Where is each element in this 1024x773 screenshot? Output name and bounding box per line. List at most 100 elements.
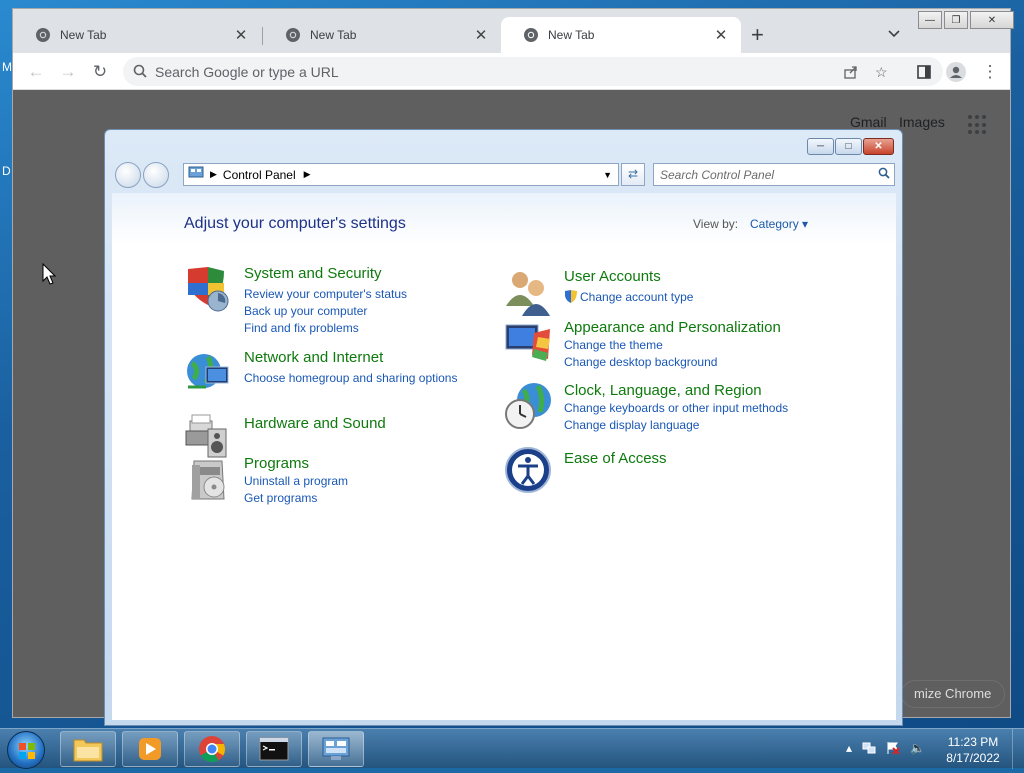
view-by-dropdown[interactable]: Category ▾ bbox=[750, 217, 808, 231]
show-hidden-icons-icon[interactable]: ▴ bbox=[846, 741, 852, 758]
search-input[interactable] bbox=[660, 167, 870, 183]
category-title[interactable]: Appearance and Personalization bbox=[564, 319, 781, 336]
desktop-icon-label[interactable]: D bbox=[2, 164, 11, 178]
link-change-theme[interactable]: Change the theme bbox=[564, 338, 663, 352]
tab-new-tab-1[interactable]: New Tab ✕ bbox=[13, 17, 261, 53]
users-icon[interactable] bbox=[504, 268, 552, 316]
customize-chrome-button[interactable]: mize Chrome bbox=[901, 680, 1005, 708]
system-clock[interactable]: 11:23 PM 8/17/2022 bbox=[938, 734, 1008, 766]
control-panel-window: ─ □ ✕ ▶ Control Panel ▶ ▼ ⇄ Adjust your … bbox=[104, 129, 903, 726]
omnibox[interactable]: ☆ bbox=[123, 57, 943, 86]
control-panel-small-icon bbox=[188, 166, 204, 183]
tab-new-tab-2[interactable]: New Tab ✕ bbox=[263, 17, 501, 53]
ease-of-access-icon[interactable] bbox=[504, 446, 552, 494]
forward-button[interactable] bbox=[143, 162, 169, 188]
breadcrumb-control-panel[interactable]: Control Panel bbox=[223, 168, 296, 182]
link-change-display-language[interactable]: Change display language bbox=[564, 418, 699, 432]
omnibox-input[interactable] bbox=[155, 62, 795, 82]
restore-button[interactable]: ❐ bbox=[944, 11, 968, 29]
network-globe-icon[interactable] bbox=[184, 349, 232, 397]
share-icon[interactable] bbox=[843, 64, 859, 80]
category-title[interactable]: Clock, Language, and Region bbox=[564, 382, 762, 399]
show-desktop-button[interactable] bbox=[1012, 729, 1024, 769]
chrome-favicon-icon bbox=[523, 27, 539, 43]
start-button[interactable] bbox=[7, 731, 45, 769]
gmail-link[interactable]: Gmail bbox=[850, 114, 887, 130]
cp-close-button[interactable]: ✕ bbox=[863, 138, 894, 155]
system-tray: ▴ 🔈 bbox=[846, 741, 925, 758]
media-player-icon bbox=[139, 738, 161, 760]
category-title[interactable]: Hardware and Sound bbox=[244, 415, 386, 432]
taskbar: ▴ 🔈 11:23 PM 8/17/2022 bbox=[0, 728, 1024, 769]
new-tab-button[interactable]: + bbox=[751, 23, 764, 47]
chrome-app[interactable] bbox=[184, 731, 240, 767]
uac-shield-icon bbox=[564, 290, 578, 307]
link-review-status[interactable]: Review your computer's status bbox=[244, 287, 407, 301]
tab-label: New Tab bbox=[548, 28, 595, 42]
close-button[interactable]: ✕ bbox=[970, 11, 1014, 29]
link-find-fix-problems[interactable]: Find and fix problems bbox=[244, 321, 359, 335]
tab-close-icon[interactable]: ✕ bbox=[713, 26, 729, 44]
tab-search-chevron-icon[interactable] bbox=[887, 27, 901, 41]
search-icon[interactable] bbox=[878, 167, 890, 182]
cmd-app[interactable] bbox=[246, 731, 302, 767]
breadcrumb-arrow-icon[interactable]: ▶ bbox=[304, 169, 311, 180]
category-title[interactable]: Programs bbox=[244, 455, 309, 472]
volume-icon[interactable]: 🔈 bbox=[910, 741, 925, 758]
tab-label: New Tab bbox=[310, 28, 357, 42]
link-change-keyboards[interactable]: Change keyboards or other input methods bbox=[564, 401, 788, 415]
forward-arrow-icon[interactable]: → bbox=[57, 61, 79, 83]
link-backup[interactable]: Back up your computer bbox=[244, 304, 367, 318]
category-title[interactable]: System and Security bbox=[244, 265, 382, 282]
profile-avatar-icon[interactable] bbox=[945, 61, 967, 83]
minimize-button[interactable]: — bbox=[918, 11, 942, 29]
programs-box-icon[interactable] bbox=[184, 455, 232, 503]
chrome-favicon-icon bbox=[285, 27, 301, 43]
refresh-button[interactable]: ⇄ bbox=[621, 163, 645, 186]
category-title[interactable]: User Accounts bbox=[564, 268, 661, 285]
breadcrumb-arrow-icon[interactable]: ▶ bbox=[210, 169, 217, 180]
address-bar[interactable]: ▶ Control Panel ▶ ▼ bbox=[183, 163, 619, 186]
network-icon[interactable] bbox=[862, 741, 876, 758]
cp-minimize-button[interactable]: ─ bbox=[807, 138, 834, 155]
bookmark-star-icon[interactable]: ☆ bbox=[875, 64, 891, 80]
side-panel-icon[interactable] bbox=[913, 61, 935, 83]
printer-speaker-icon[interactable] bbox=[184, 411, 232, 459]
desktop-icon-label[interactable]: M bbox=[2, 60, 12, 74]
google-apps-grid-icon[interactable] bbox=[968, 115, 988, 135]
tab-strip: New Tab ✕ New Tab ✕ New Tab ✕ + — ❐ ✕ bbox=[13, 9, 1014, 53]
category-title[interactable]: Ease of Access bbox=[564, 450, 667, 467]
control-panel-icon bbox=[322, 737, 350, 760]
tab-new-tab-active[interactable]: New Tab ✕ bbox=[501, 17, 741, 53]
link-homegroup-sharing[interactable]: Choose homegroup and sharing options bbox=[244, 371, 457, 385]
tab-close-icon[interactable]: ✕ bbox=[473, 26, 489, 44]
tab-label: New Tab bbox=[60, 28, 107, 42]
control-panel-body: Adjust your computer's settings View by:… bbox=[112, 193, 896, 720]
back-button[interactable] bbox=[115, 162, 141, 188]
shield-icon[interactable] bbox=[184, 265, 232, 313]
address-dropdown-icon[interactable]: ▼ bbox=[603, 170, 612, 180]
tab-close-icon[interactable]: ✕ bbox=[233, 26, 249, 44]
link-get-programs[interactable]: Get programs bbox=[244, 491, 317, 505]
media-player-app[interactable] bbox=[122, 731, 178, 767]
menu-kebab-icon[interactable]: ⋮ bbox=[979, 61, 1001, 83]
page-title: Adjust your computer's settings bbox=[184, 215, 406, 232]
link-uninstall-program[interactable]: Uninstall a program bbox=[244, 474, 348, 488]
explorer-app[interactable] bbox=[60, 731, 116, 767]
action-center-flag-icon[interactable] bbox=[886, 741, 900, 758]
back-arrow-icon[interactable]: ← bbox=[25, 61, 47, 83]
images-link[interactable]: Images bbox=[899, 114, 945, 130]
link-change-desktop-background[interactable]: Change desktop background bbox=[564, 355, 717, 369]
mouse-cursor-icon bbox=[42, 262, 57, 288]
clock-date: 8/17/2022 bbox=[946, 751, 1000, 765]
search-box[interactable] bbox=[653, 163, 895, 186]
reload-icon[interactable]: ↻ bbox=[89, 61, 111, 83]
clock-globe-icon[interactable] bbox=[504, 382, 552, 430]
control-panel-app[interactable] bbox=[308, 731, 364, 767]
cp-maximize-button[interactable]: □ bbox=[835, 138, 862, 155]
link-change-account-type[interactable]: Change account type bbox=[580, 290, 693, 304]
chrome-icon bbox=[199, 736, 225, 763]
terminal-icon bbox=[259, 737, 289, 761]
category-title[interactable]: Network and Internet bbox=[244, 349, 383, 366]
appearance-monitor-icon[interactable] bbox=[504, 319, 552, 367]
